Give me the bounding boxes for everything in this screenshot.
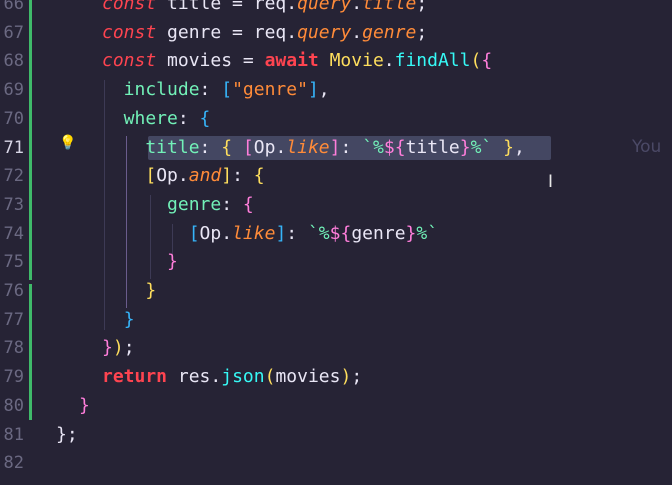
code-line[interactable]: 70 where: {	[0, 105, 672, 134]
code-line[interactable]: 80}	[0, 392, 672, 421]
code-line[interactable]: 73 genre: {	[0, 191, 672, 220]
text-cursor-icon: I	[548, 172, 554, 192]
inline-blame-hint: You	[632, 137, 662, 157]
code-text: where: {	[102, 107, 211, 129]
code-line[interactable]: 79 return res.json(movies);	[0, 363, 672, 392]
line-number: 73	[3, 194, 24, 215]
line-number: 69	[3, 80, 24, 101]
code-text: const movies = await Movie.findAll({	[102, 50, 493, 72]
line-number: 75	[3, 252, 24, 273]
line-number: 71	[3, 137, 24, 158]
code-text: }	[145, 280, 157, 301]
code-text: const genre = req.query.genre;	[102, 21, 428, 43]
line-number: 76	[3, 281, 24, 301]
code-line[interactable]: 76 }	[0, 277, 672, 306]
line-number: 78	[3, 338, 24, 359]
code-line[interactable]: 78});	[0, 334, 672, 363]
code-text: return res.json(movies);	[102, 366, 363, 388]
code-text: include: ["genre"],	[102, 79, 330, 101]
code-line[interactable]: 81};	[0, 421, 672, 450]
code-text: }	[167, 251, 178, 273]
line-number: 67	[3, 22, 24, 43]
code-line[interactable]: 74 [Op.like]: `%${genre}%`	[0, 220, 672, 249]
code-line[interactable]: 71 title: { [Op.like]: `%${title}%` },	[0, 134, 672, 163]
code-line[interactable]: 82	[0, 449, 672, 478]
code-text: }	[123, 308, 135, 330]
lightbulb-icon[interactable]: 💡	[59, 135, 76, 151]
code-line[interactable]: 72 [Op.and]: {	[0, 162, 672, 191]
line-number: 77	[3, 309, 24, 330]
code-line[interactable]: 77 }	[0, 306, 672, 335]
line-number: 68	[3, 51, 24, 72]
code-line[interactable]: 67 const genre = req.query.genre;	[0, 19, 672, 48]
line-number: 72	[3, 166, 24, 187]
code-text: [Op.like]: `%${genre}%`	[188, 222, 439, 244]
code-line[interactable]: 75 }	[0, 248, 672, 277]
line-number: 80	[3, 395, 24, 416]
code-line[interactable]: 68 const movies = await Movie.findAll({	[0, 47, 672, 76]
code-text: title: { [Op.like]: `%${title}%` },	[102, 136, 525, 158]
line-number: 70	[3, 108, 24, 129]
line-number: 81	[3, 424, 24, 445]
line-number: 79	[3, 367, 24, 388]
code-text: }	[79, 394, 90, 416]
code-text: });	[102, 337, 135, 359]
code-text: };	[56, 423, 78, 445]
line-number: 66	[3, 0, 24, 14]
line-number: 82	[3, 453, 24, 474]
code-text: [Op.and]: {	[145, 165, 265, 187]
code-line[interactable]: 66 const title = req.query.title;	[0, 0, 672, 19]
code-text: genre: {	[102, 193, 254, 215]
line-number: 74	[3, 223, 24, 244]
code-editor[interactable]: 66 const title = req.query.title; 67 const …	[0, 0, 672, 485]
code-text: const title = req.query.title;	[102, 0, 428, 14]
code-line[interactable]: 69 include: ["genre"],	[0, 76, 672, 105]
